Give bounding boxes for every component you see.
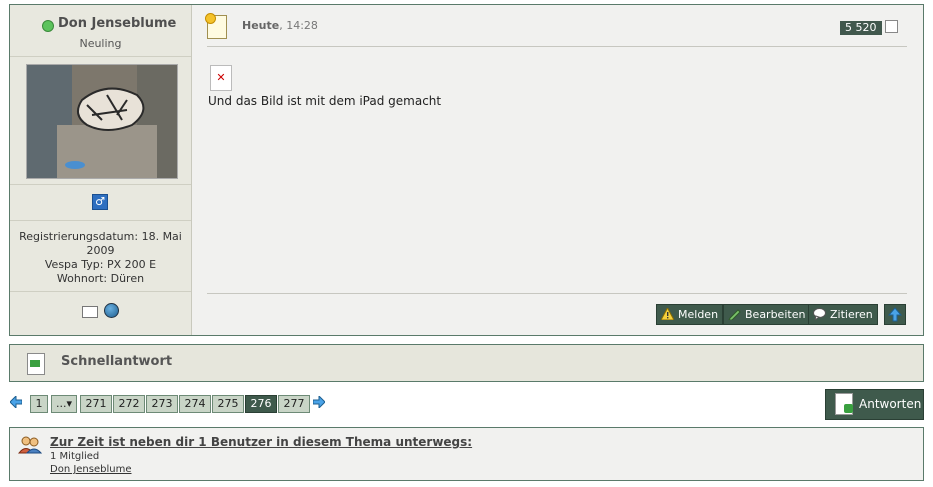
online-users-box: Zur Zeit ist neben dir 1 Benutzer in die… [9,427,924,481]
report-button[interactable]: Melden [656,304,724,325]
author-header: Don Jenseblume Neuling [10,5,191,57]
quick-reply-bar[interactable]: Schnellantwort [9,344,924,382]
page-link-272[interactable]: 272 [113,395,145,413]
post-date: Heute, 14:28 [242,19,318,32]
broken-image-icon: ✕ [210,65,232,91]
edit-button-label: Bearbeiten [745,308,806,321]
post-number-badge[interactable]: 5 520 [840,21,882,35]
globe-icon[interactable] [104,303,119,318]
new-reply-icon [835,393,853,415]
reply-button-label: Antworten [859,397,922,411]
quote-bubble-icon [813,308,826,320]
author-avatar-row [10,56,191,185]
author-gender-row: ♂ [10,184,191,221]
avatar[interactable] [26,64,178,179]
post-container: Don Jenseblume Neuling ♂ Registrierungsd… [9,4,924,336]
quick-reply-title: Schnellantwort [61,354,173,369]
page-link-277[interactable]: 277 [278,395,310,413]
male-gender-icon: ♂ [92,194,108,210]
warning-icon [661,308,674,320]
page-link-274[interactable]: 274 [179,395,211,413]
author-name[interactable]: Don Jenseblume [58,16,176,31]
author-rank: Neuling [79,37,122,50]
registration-date-line2: 2009 [86,244,115,257]
edit-button[interactable]: Bearbeiten [723,304,811,325]
online-user-link[interactable]: Don Jenseblume [50,464,132,475]
page-link-273[interactable]: 273 [146,395,178,413]
mail-icon[interactable] [82,306,98,318]
previous-page-arrow-icon[interactable] [10,396,22,408]
post-content: Heute, 14:28 5 520 ✕ Und das Bild ist mi… [205,5,907,335]
post-icon [205,13,227,39]
reply-button[interactable]: Antworten [825,389,924,420]
pencil-icon [728,309,741,320]
post-date-time: , 14:28 [279,19,318,32]
author-info-row: Registrierungsdatum: 18. Mai 2009 Vespa … [10,220,191,292]
post-author-sidebar: Don Jenseblume Neuling ♂ Registrierungsd… [10,5,192,335]
scroll-top-button[interactable] [884,304,906,325]
online-users-title: Zur Zeit ist neben dir 1 Benutzer in die… [50,435,473,449]
quote-button[interactable]: Zitieren [808,304,878,325]
author-contact-row [10,291,191,335]
arrow-up-icon [887,307,903,322]
post-select-checkbox[interactable] [885,20,898,33]
page-jump-dropdown[interactable]: ...▾ [51,395,77,413]
page-link-271[interactable]: 271 [80,395,112,413]
quick-reply-icon [27,353,45,375]
users-icon [18,436,42,454]
quote-button-label: Zitieren [830,308,873,321]
report-button-label: Melden [678,308,719,321]
vespa-type: Vespa Typ: PX 200 E [44,258,157,271]
page-link-275[interactable]: 275 [212,395,244,413]
avatar-image [27,65,177,178]
post-header-divider [207,46,907,47]
post-message: Und das Bild ist mit dem iPad gemacht [208,94,442,108]
online-status-icon [42,20,54,32]
online-member-count: 1 Mitglied [50,451,100,462]
next-page-arrow-icon[interactable] [313,396,325,408]
post-footer-divider [207,293,907,294]
post-date-day: Heute [242,19,280,32]
page-link-1[interactable]: 1 [30,395,48,413]
residence: Wohnort: Düren [56,272,145,285]
page-current-276: 276 [245,395,277,413]
author-info: Registrierungsdatum: 18. Mai 2009 Vespa … [10,230,191,286]
registration-date-line1: Registrierungsdatum: 18. Mai [19,230,182,243]
